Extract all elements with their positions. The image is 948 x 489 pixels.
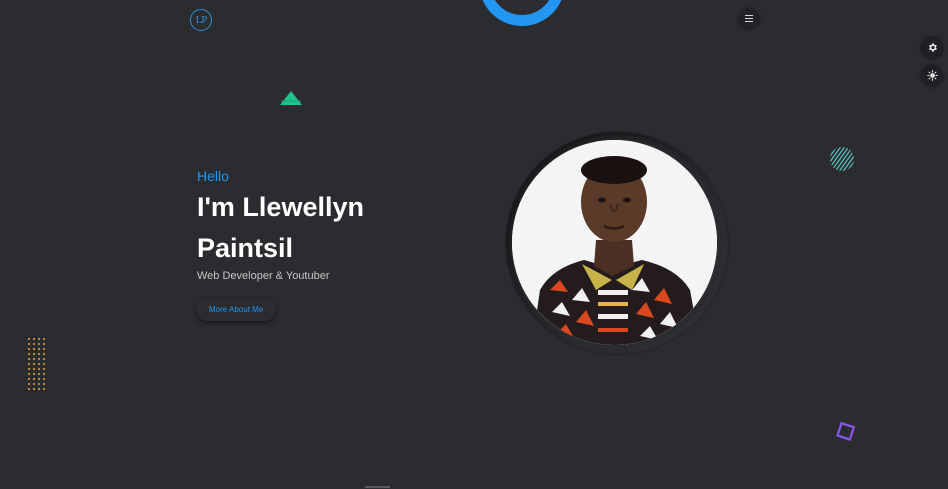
hero-name: I'm Llewellyn Paintsil <box>197 187 457 269</box>
scroll-indicator <box>365 486 390 488</box>
settings-button[interactable] <box>921 36 943 58</box>
decorative-ring <box>479 0 565 26</box>
theme-toggle-button[interactable] <box>921 64 943 86</box>
gear-icon <box>928 42 937 52</box>
decorative-square <box>836 421 856 441</box>
sun-icon <box>926 69 938 81</box>
decorative-striped-circle <box>830 147 854 171</box>
logo-text: LP <box>195 14 208 26</box>
name-line-2: Paintsil <box>197 233 294 263</box>
decorative-dot-grid <box>28 338 45 390</box>
decorative-triangle <box>280 91 302 105</box>
more-about-me-button[interactable]: More About Me <box>196 298 277 321</box>
hamburger-icon <box>745 14 753 22</box>
role-text: Web Developer & Youtuber <box>197 270 330 282</box>
site-logo[interactable]: LP <box>190 9 212 31</box>
greeting-text: Hello <box>197 168 229 184</box>
profile-photo <box>512 140 717 345</box>
menu-button[interactable] <box>739 8 759 28</box>
name-line-1: I'm Llewellyn <box>197 192 364 222</box>
